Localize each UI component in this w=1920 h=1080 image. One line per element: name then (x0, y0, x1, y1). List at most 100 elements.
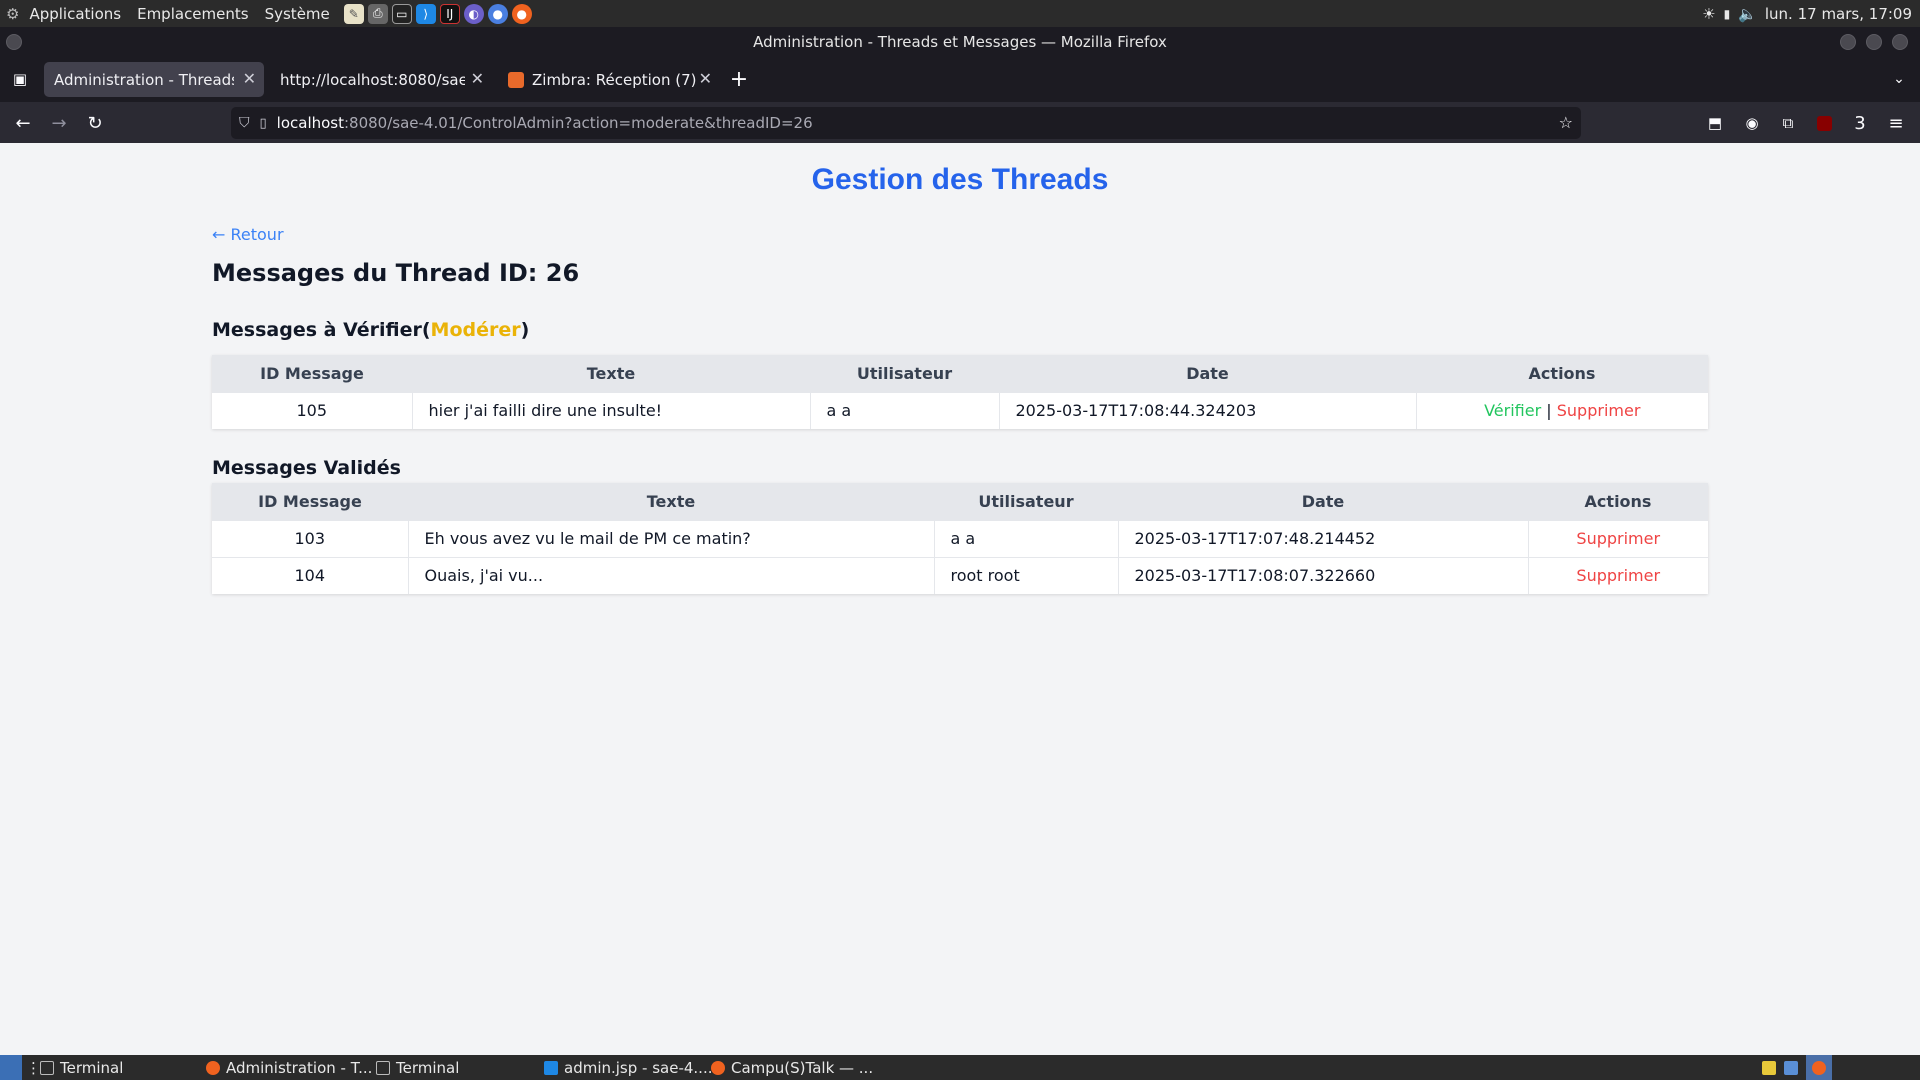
validated-section-heading: Messages Validés (212, 457, 401, 479)
firefox-icon[interactable]: ● (511, 3, 532, 24)
brightness-icon[interactable]: ☀ (1702, 5, 1715, 23)
volume-icon[interactable]: 🔈 (1738, 5, 1757, 23)
delete-link[interactable]: Supprimer (1576, 566, 1660, 585)
terminal-icon (376, 1060, 390, 1075)
message-date: 2025-03-17T17:08:44.324203 (999, 391, 1417, 429)
workspace-switcher-icon[interactable]: ⋮ (26, 1055, 41, 1080)
pending-section-heading: Messages à Vérifier(Modérer) (212, 319, 529, 341)
taskbar-label: Terminal (60, 1058, 124, 1077)
intellij-icon[interactable]: IJ (439, 3, 460, 24)
tab-localhost[interactable]: http://localhost:8080/sae-4.0 ✕ (270, 62, 492, 97)
new-tab-icon[interactable]: + (726, 66, 752, 92)
message-user: a a (810, 391, 1000, 429)
taskbar-label: admin.jsp - sae-4.... (564, 1058, 713, 1077)
delete-link[interactable]: Supprimer (1576, 529, 1660, 548)
zimbra-favicon-icon (508, 71, 524, 88)
tab-zimbra[interactable]: Zimbra: Réception (7) ✕ (498, 62, 720, 97)
firefox-view-icon[interactable]: ▣ (7, 66, 33, 92)
column-header: Utilisateur (810, 355, 999, 392)
system-tray: ☀ ▮ 🔈 lun. 17 mars, 17:09 (1702, 0, 1912, 27)
pending-heading-prefix: Messages à Vérifier( (212, 319, 431, 341)
close-window-icon[interactable] (1892, 34, 1908, 50)
window-menu-icon[interactable] (6, 34, 22, 50)
printer-icon[interactable]: ⎙ (367, 3, 388, 24)
system-menus: ⚙ Applications Emplacements Système (0, 0, 338, 27)
taskbar-label: Administration - T... (226, 1058, 373, 1077)
extensions-icon[interactable]: ⧉ (1775, 110, 1801, 136)
text-editor-icon[interactable]: ✎ (343, 3, 364, 24)
message-text: hier j'ai failli dire une insulte! (412, 391, 811, 429)
notes-icon[interactable] (1762, 1055, 1780, 1080)
table-row: 104 Ouais, j'ai vu... root root 2025-03-… (212, 556, 1708, 594)
eclipse-icon[interactable]: ◐ (463, 3, 484, 24)
pending-messages-table: ID Message Texte Utilisateur Date Action… (212, 355, 1708, 429)
validated-messages-table: ID Message Texte Utilisateur Date Action… (212, 483, 1708, 594)
column-header: Texte (408, 483, 934, 520)
forward-icon[interactable]: → (46, 110, 72, 136)
gnome-foot-icon[interactable]: ⚙ (0, 5, 21, 23)
tab-administration[interactable]: Administration - Threads et M ✕ (44, 62, 264, 97)
terminal-icon[interactable]: ▭ (391, 3, 412, 24)
menu-emplacements[interactable]: Emplacements (129, 5, 257, 23)
moderate-link[interactable]: Modérer (431, 319, 521, 341)
maximize-icon[interactable] (1866, 34, 1882, 50)
column-header: Utilisateur (934, 483, 1118, 520)
clock[interactable]: lun. 17 mars, 17:09 (1765, 5, 1912, 23)
url-path: :8080/sae-4.01/ControlAdmin?action=moder… (344, 114, 813, 132)
delete-link[interactable]: Supprimer (1557, 401, 1641, 420)
message-date: 2025-03-17T17:07:48.214452 (1118, 519, 1529, 557)
vscode-icon (544, 1060, 558, 1075)
bookmark-star-icon[interactable]: ☆ (1559, 113, 1573, 132)
column-header: Date (1118, 483, 1528, 520)
back-link[interactable]: ← Retour (212, 225, 284, 244)
menu-systeme[interactable]: Système (257, 5, 338, 23)
action-separator: | (1546, 401, 1552, 421)
close-tab-icon[interactable]: ✕ (471, 69, 484, 88)
page-info-icon[interactable]: ▯ (260, 116, 267, 131)
account-icon[interactable]: ◉ (1739, 110, 1765, 136)
address-bar[interactable]: ⛉ ▯ localhost:8080/sae-4.01/ControlAdmin… (231, 107, 1581, 139)
taskbar-item-firefox[interactable]: Administration - T... (206, 1055, 372, 1080)
show-desktop-icon[interactable] (0, 1055, 22, 1080)
taskbar-item-campustalk[interactable]: Campu(S)Talk — ... (711, 1055, 873, 1080)
message-date: 2025-03-17T17:08:07.322660 (1118, 556, 1529, 594)
message-user: root root (934, 556, 1119, 594)
ublock-icon[interactable] (1811, 110, 1837, 136)
tab-label: Zimbra: Réception (7) (532, 70, 697, 89)
column-header: Date (999, 355, 1416, 392)
firefox-tray-icon[interactable] (1806, 1055, 1832, 1080)
chromium-icon[interactable]: ● (487, 3, 508, 24)
taskbar-label: Terminal (396, 1058, 460, 1077)
table-header-row: ID Message Texte Utilisateur Date Action… (212, 483, 1708, 520)
taskbar-item-terminal[interactable]: Terminal (40, 1055, 123, 1080)
navigation-toolbar: ← → ↻ ⛉ ▯ localhost:8080/sae-4.01/Contro… (0, 102, 1920, 143)
file-manager-icon[interactable] (1784, 1055, 1802, 1080)
firefox-icon (711, 1060, 725, 1075)
taskbar-label: Campu(S)Talk — ... (731, 1058, 874, 1077)
message-id: 105 (212, 391, 413, 429)
reload-icon[interactable]: ↻ (82, 110, 108, 136)
extension-count-badge[interactable]: 3 (1847, 110, 1873, 136)
tab-label: http://localhost:8080/sae-4.0 (280, 70, 465, 89)
back-icon[interactable]: ← (10, 110, 36, 136)
shield-icon[interactable]: ⛉ (239, 115, 250, 131)
keyboard-icon[interactable]: ▮ (1724, 7, 1731, 21)
taskbar-item-vscode[interactable]: admin.jsp - sae-4.... (544, 1055, 712, 1080)
close-tab-icon[interactable]: ✕ (243, 69, 256, 88)
system-top-panel: ⚙ Applications Emplacements Système ✎ ⎙ … (0, 0, 1920, 27)
menu-applications[interactable]: Applications (21, 5, 129, 23)
verify-link[interactable]: Vérifier (1484, 401, 1541, 420)
pocket-icon[interactable]: ⬒ (1702, 110, 1728, 136)
vscode-icon[interactable]: ⟩ (415, 3, 436, 24)
bottom-taskbar: ⋮ Terminal Administration - T... Termina… (0, 1055, 1920, 1080)
message-actions: Vérifier | Supprimer (1416, 391, 1708, 429)
message-actions: Supprimer (1528, 519, 1708, 557)
table-row: 105 hier j'ai failli dire une insulte! a… (212, 391, 1708, 429)
close-tab-icon[interactable]: ✕ (699, 69, 712, 88)
message-user: a a (934, 519, 1119, 557)
hamburger-menu-icon[interactable]: ≡ (1883, 110, 1909, 136)
taskbar-item-terminal-2[interactable]: Terminal (376, 1055, 459, 1080)
column-header: Actions (1416, 355, 1708, 392)
list-all-tabs-icon[interactable]: ⌄ (1886, 66, 1912, 92)
minimize-icon[interactable] (1840, 34, 1856, 50)
